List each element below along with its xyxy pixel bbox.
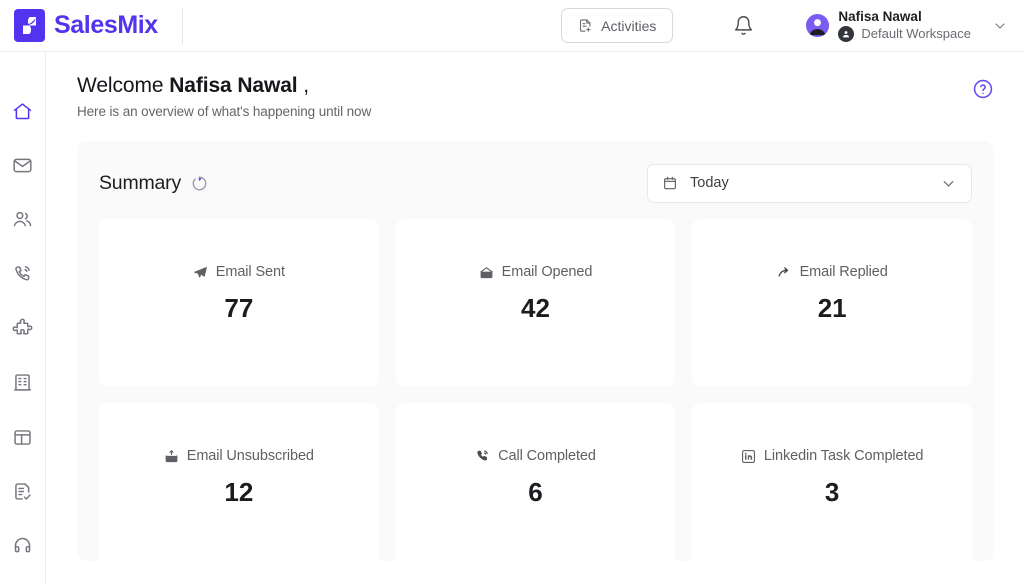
reply-arrow-icon	[777, 265, 792, 280]
stat-card-label: Email Replied	[799, 264, 888, 280]
salesmix-leaf-logo-icon	[14, 9, 45, 42]
sidebar-item-calls[interactable]	[6, 259, 40, 289]
workspace-badge-icon	[838, 26, 855, 42]
calendar-icon	[662, 175, 678, 191]
stat-card-label-row: Email Opened	[479, 264, 593, 280]
stat-card-label: Call Completed	[498, 448, 596, 464]
document-plus-icon	[578, 18, 593, 33]
support-headset-icon	[12, 535, 33, 556]
summary-cards-grid: Email Sent 77 Email Opened 42 Email Repl…	[99, 219, 972, 570]
stat-card-label-row: Email Sent	[193, 264, 285, 280]
sidebar-item-integrations[interactable]	[6, 313, 40, 343]
user-name: Nafisa Nawal	[838, 9, 922, 24]
page-title: Welcome Nafisa Nawal ,	[77, 74, 371, 98]
stat-card-label: Email Sent	[215, 264, 285, 280]
notifications-button[interactable]	[728, 11, 758, 41]
sidebar-item-contacts[interactable]	[6, 205, 40, 235]
main-content: Welcome Nafisa Nawal , Here is an overvi…	[46, 52, 1024, 585]
header-actions: Activities Nafisa Nawal Default Workspac…	[561, 8, 1024, 43]
dashboard-page: SalesMix Activities Nafisa Nawal Default…	[0, 0, 1024, 585]
linkedin-icon	[741, 449, 756, 464]
sidebar-nav	[0, 52, 46, 585]
stat-card-label: Email Opened	[501, 264, 593, 280]
welcome-greeting: Welcome	[77, 74, 170, 97]
date-range-caret[interactable]	[940, 175, 957, 192]
sidebar-item-support[interactable]	[6, 531, 40, 561]
activities-label: Activities	[601, 17, 657, 34]
phone-call-icon	[12, 264, 33, 285]
sidebar-item-tasks[interactable]	[6, 476, 40, 506]
stat-card-label-row: Email Replied	[777, 264, 888, 280]
date-range-select[interactable]: Today	[647, 163, 972, 203]
welcome-text-block: Welcome Nafisa Nawal , Here is an overvi…	[77, 74, 371, 119]
workspace-row: Default Workspace	[838, 26, 971, 42]
envelope-open-icon	[479, 265, 494, 280]
help-circle-icon	[972, 78, 994, 100]
stat-card-value: 6	[528, 477, 543, 507]
chevron-down-icon	[940, 175, 957, 192]
document-check-icon	[12, 481, 33, 502]
stat-card-label: Linkedin Task Completed	[763, 448, 924, 464]
stat-card-label-row: Email Unsubscribed	[164, 448, 314, 464]
envelope-up-icon	[164, 449, 179, 464]
summary-header: Summary Today	[99, 163, 972, 203]
stat-card-value: 21	[817, 293, 847, 323]
activities-button[interactable]: Activities	[561, 8, 674, 43]
sidebar-item-board[interactable]	[6, 422, 40, 452]
home-icon	[12, 101, 33, 122]
stat-card-email-sent[interactable]: Email Sent 77	[99, 219, 379, 386]
welcome-section: Welcome Nafisa Nawal , Here is an overvi…	[77, 74, 994, 119]
user-menu[interactable]: Nafisa Nawal Default Workspace	[806, 9, 1008, 42]
table-layout-icon	[12, 427, 33, 448]
stat-card-email-unsubscribed[interactable]: Email Unsubscribed 12	[99, 403, 379, 570]
envelope-icon	[12, 155, 33, 176]
sidebar-item-mail[interactable]	[6, 150, 40, 180]
bell-icon	[733, 15, 754, 36]
paper-plane-icon	[193, 265, 208, 280]
stat-card-linkedin-task-completed[interactable]: Linkedin Task Completed 3	[692, 403, 972, 570]
user-menu-caret[interactable]	[992, 18, 1008, 34]
summary-panel: Summary Today Email Sent 77 Email Opened…	[77, 141, 994, 570]
date-range-value: Today	[690, 175, 729, 191]
phone-call-icon	[475, 449, 490, 464]
stat-card-value: 42	[521, 293, 550, 323]
stat-card-email-replied[interactable]: Email Replied 21	[692, 219, 972, 386]
welcome-comma: ,	[297, 74, 310, 97]
stat-card-label-row: Call Completed	[475, 448, 596, 464]
stat-card-email-opened[interactable]: Email Opened 42	[395, 219, 676, 386]
stat-card-value: 77	[224, 293, 254, 323]
avatar	[806, 14, 830, 37]
stat-card-call-completed[interactable]: Call Completed 6	[395, 403, 676, 570]
user-info: Nafisa Nawal Default Workspace	[838, 9, 971, 42]
puzzle-icon	[12, 318, 33, 339]
chevron-down-icon	[992, 18, 1008, 34]
header-divider	[181, 7, 183, 44]
sidebar-item-companies[interactable]	[6, 368, 40, 398]
stat-card-value: 3	[824, 477, 840, 507]
welcome-subtitle: Here is an overview of what's happening …	[77, 104, 372, 119]
workspace-name: Default Workspace	[861, 26, 971, 41]
brand-name: SalesMix	[54, 11, 158, 39]
stat-card-label: Email Unsubscribed	[186, 448, 314, 464]
stat-card-value: 12	[224, 477, 254, 507]
building-icon	[12, 372, 33, 393]
help-button[interactable]	[972, 78, 994, 100]
people-icon	[12, 209, 33, 230]
summary-refresh-button[interactable]	[190, 174, 208, 192]
app-header: SalesMix Activities Nafisa Nawal Default…	[0, 0, 1024, 52]
welcome-user-name: Nafisa Nawal	[169, 74, 298, 97]
brand-logo[interactable]: SalesMix	[0, 9, 158, 42]
refresh-icon	[191, 175, 208, 192]
sidebar-item-home[interactable]	[6, 96, 40, 126]
summary-title: Summary	[99, 171, 182, 194]
stat-card-label-row: Linkedin Task Completed	[741, 448, 923, 464]
